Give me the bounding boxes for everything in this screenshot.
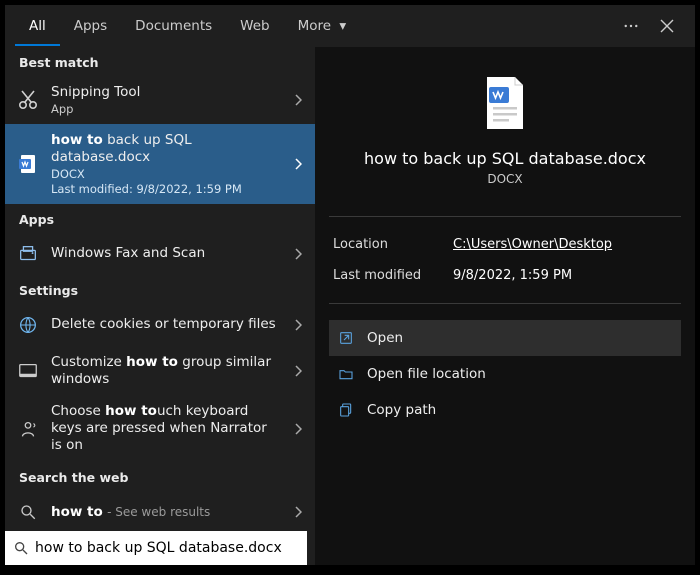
search-icon <box>11 540 31 556</box>
section-settings: Settings <box>5 275 315 304</box>
chevron-right-icon <box>287 94 309 106</box>
action-label: Open <box>367 330 403 346</box>
chevron-right-icon <box>287 248 309 260</box>
property-location: Location C:\Users\Owner\Desktop <box>329 229 681 260</box>
result-modified: Last modified: 9/8/2022, 1:59 PM <box>51 182 277 196</box>
preview-type: DOCX <box>487 172 522 186</box>
divider <box>329 303 681 304</box>
preview-doc-icon <box>481 75 529 133</box>
copy-icon <box>337 401 355 419</box>
preview-pane: how to back up SQL database.docx DOCX Lo… <box>315 47 695 565</box>
location-label: Location <box>333 237 433 252</box>
action-open[interactable]: Open <box>329 320 681 356</box>
modified-label: Last modified <box>333 268 433 283</box>
tab-apps[interactable]: Apps <box>60 6 121 46</box>
search-icon <box>15 499 41 525</box>
result-web-howto[interactable]: how to - See web results <box>5 491 315 533</box>
result-title: Delete cookies or temporary files <box>51 316 277 333</box>
action-open-location[interactable]: Open file location <box>329 356 681 392</box>
section-apps: Apps <box>5 204 315 233</box>
tab-documents[interactable]: Documents <box>121 6 226 46</box>
result-title: how to - See web results <box>51 504 277 521</box>
snip-icon <box>15 87 41 113</box>
action-copy-path[interactable]: Copy path <box>329 392 681 428</box>
chevron-right-icon <box>287 423 309 435</box>
search-bar[interactable] <box>5 531 307 565</box>
chevron-right-icon <box>287 319 309 331</box>
result-title: Choose how touch keyboard keys are press… <box>51 403 277 454</box>
location-value[interactable]: C:\Users\Owner\Desktop <box>453 237 677 252</box>
search-input[interactable] <box>35 540 301 556</box>
result-fax-scan[interactable]: Windows Fax and Scan <box>5 233 315 275</box>
property-modified: Last modified 9/8/2022, 1:59 PM <box>329 260 681 291</box>
chevron-right-icon <box>287 158 309 170</box>
chevron-down-icon: ▾ <box>339 18 346 34</box>
filter-tabs: All Apps Documents Web More ▾ <box>5 5 695 47</box>
narrator-icon <box>15 416 41 442</box>
open-icon <box>337 329 355 347</box>
modified-value: 9/8/2022, 1:59 PM <box>453 268 677 283</box>
tab-web[interactable]: Web <box>226 6 283 46</box>
results-pane: Best match Snipping Tool App how <box>5 47 315 565</box>
chevron-right-icon <box>287 506 309 518</box>
taskbar-icon <box>15 358 41 384</box>
result-title: Customize how to group similar windows <box>51 354 277 388</box>
tab-all[interactable]: All <box>15 6 60 46</box>
more-options-button[interactable] <box>613 8 649 44</box>
result-subtitle: App <box>51 102 277 116</box>
result-narrator-keys[interactable]: Choose how touch keyboard keys are press… <box>5 395 315 462</box>
result-docx-file[interactable]: how to back up SQL database.docx DOCX La… <box>5 124 315 204</box>
ellipsis-icon <box>622 17 640 35</box>
section-web: Search the web <box>5 462 315 491</box>
section-best-match: Best match <box>5 47 315 76</box>
result-snipping-tool[interactable]: Snipping Tool App <box>5 76 315 124</box>
close-icon <box>660 19 674 33</box>
fax-icon <box>15 241 41 267</box>
result-title: Snipping Tool <box>51 84 277 101</box>
result-title: Windows Fax and Scan <box>51 245 277 262</box>
folder-icon <box>337 365 355 383</box>
action-label: Open file location <box>367 366 486 382</box>
tab-more-label: More <box>298 18 331 34</box>
tab-more[interactable]: More ▾ <box>284 6 361 46</box>
globe-icon <box>15 312 41 338</box>
chevron-right-icon <box>287 365 309 377</box>
preview-actions: Open Open file location Copy path <box>329 320 681 428</box>
preview-title: how to back up SQL database.docx <box>364 149 646 168</box>
result-delete-cookies[interactable]: Delete cookies or temporary files <box>5 304 315 346</box>
docx-icon <box>15 151 41 177</box>
result-subtitle: DOCX <box>51 167 277 181</box>
search-window: All Apps Documents Web More ▾ Best match… <box>5 5 695 565</box>
result-customize-grouping[interactable]: Customize how to group similar windows <box>5 346 315 396</box>
divider <box>329 216 681 217</box>
close-button[interactable] <box>649 8 685 44</box>
action-label: Copy path <box>367 402 436 418</box>
result-title: how to back up SQL database.docx <box>51 132 277 166</box>
